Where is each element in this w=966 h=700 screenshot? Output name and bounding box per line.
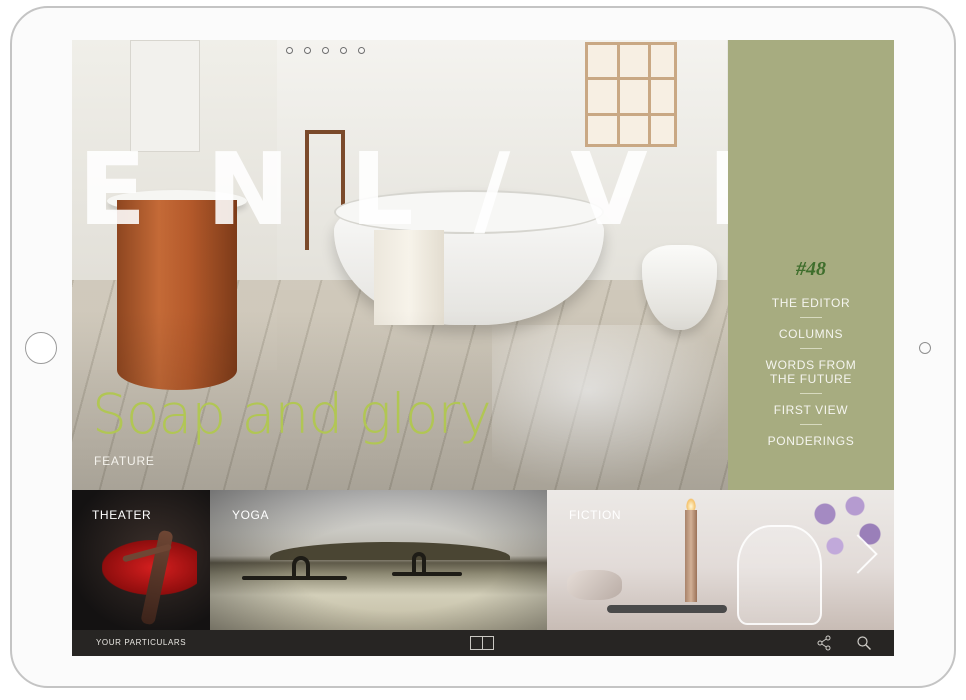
menu-divider: [800, 348, 822, 349]
menu-item-columns[interactable]: COLUMNS: [728, 327, 894, 341]
camera-icon: [919, 342, 931, 354]
menu-list: THE EDITOR COLUMNS WORDS FROM THE FUTURE…: [728, 296, 894, 448]
page-dot[interactable]: [322, 47, 329, 54]
tile-fiction[interactable]: FICTION: [547, 490, 894, 630]
tile-label-fiction: FICTION: [569, 508, 622, 522]
tile-label-yoga: YOGA: [232, 508, 270, 522]
menu-item-the-editor[interactable]: THE EDITOR: [728, 296, 894, 310]
bottom-toolbar: YOUR PARTICULARS: [72, 630, 894, 656]
magazine-screen: ENL/VEN Soap and glory FEATURE #48 THE E…: [72, 40, 894, 656]
menu-item-first-view[interactable]: FIRST VIEW: [728, 403, 894, 417]
menu-divider: [800, 317, 822, 318]
glass-jar-image: [737, 525, 822, 625]
spread-view-icon[interactable]: [470, 636, 494, 650]
menu-divider: [800, 393, 822, 394]
issue-number: #48: [796, 258, 826, 280]
article-tiles: THEATER YOGA FICTION YOUR PARTICULARS: [72, 490, 894, 656]
tile-theater[interactable]: THEATER: [72, 490, 210, 630]
menu-item-words-from-the-future[interactable]: WORDS FROM THE FUTURE: [728, 358, 894, 386]
page-indicator[interactable]: [286, 47, 365, 54]
your-particulars-link[interactable]: YOUR PARTICULARS: [96, 638, 186, 647]
page-dot[interactable]: [358, 47, 365, 54]
feature-section-label: FEATURE: [94, 454, 155, 468]
tile-label-theater: THEATER: [92, 508, 152, 522]
contents-menu: #48 THE EDITOR COLUMNS WORDS FROM THE FU…: [728, 40, 894, 490]
page-dot[interactable]: [340, 47, 347, 54]
menu-item-ponderings[interactable]: PONDERINGS: [728, 434, 894, 448]
menu-divider: [800, 424, 822, 425]
page-dot[interactable]: [286, 47, 293, 54]
candle-image: [685, 510, 697, 602]
page-dot[interactable]: [304, 47, 311, 54]
scissors-image: [607, 605, 727, 613]
crystal-image: [567, 570, 622, 600]
search-icon[interactable]: [856, 635, 872, 651]
share-icon[interactable]: [816, 635, 832, 651]
tile-yoga[interactable]: YOGA: [210, 490, 547, 630]
home-button[interactable]: [25, 332, 57, 364]
feature-headline[interactable]: Soap and glory: [92, 387, 492, 442]
